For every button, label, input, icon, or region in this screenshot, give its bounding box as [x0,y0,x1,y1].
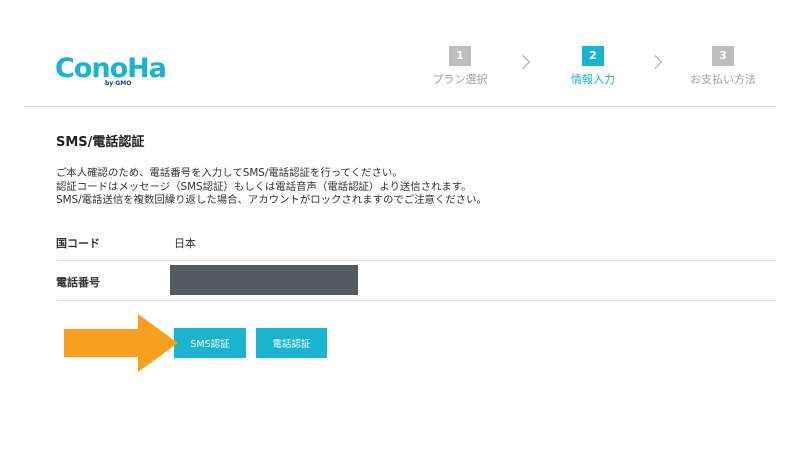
step-number: 3 [712,46,734,66]
country-code-value: 日本 [174,237,196,250]
sms-auth-button[interactable]: SMS認証 [174,328,246,358]
intro-line: SMS/電話送信を複数回繰り返した場合、アカウントがロックされますのでご注意くだ… [56,194,487,206]
country-code-row: 国コード 日本 [56,232,776,261]
intro-line: 認証コードはメッセージ（SMS認証）もしくは電話音声（電話認証）より送信されます… [56,180,472,193]
step-info-input: 2 情報入力 [545,46,641,87]
section-title: SMS/電話認証 [56,135,145,150]
row-divider [56,260,776,261]
row-divider [56,300,776,301]
step-number: 2 [582,46,604,66]
page: ConoHa by GMO 1 プラン選択 2 情報入力 3 お支払い方法 SM… [0,0,800,450]
phone-auth-button[interactable]: 電話認証 [256,328,327,358]
step-label: プラン選択 [432,73,488,86]
intro-text: ご本人確認のため、電話番号を入力してSMS/電話認証を行ってください。 認証コー… [56,167,487,208]
step-payment-method: 3 お支払い方法 [675,46,771,87]
step-label: 情報入力 [571,73,615,86]
step-indicator: 1 プラン選択 2 情報入力 3 お支払い方法 [0,46,800,90]
step-number: 1 [449,46,471,66]
country-code-label: 国コード [56,237,100,250]
arrow-right-icon [64,314,178,372]
phone-number-input[interactable] [170,265,358,295]
intro-line: ご本人確認のため、電話番号を入力してSMS/電話認証を行ってください。 [56,167,403,179]
step-label: お支払い方法 [690,73,756,86]
phone-number-label: 電話番号 [56,276,100,289]
phone-number-row: 電話番号 [56,262,776,302]
step-plan-selection: 1 プラン選択 [412,46,508,87]
header-divider [24,106,776,107]
